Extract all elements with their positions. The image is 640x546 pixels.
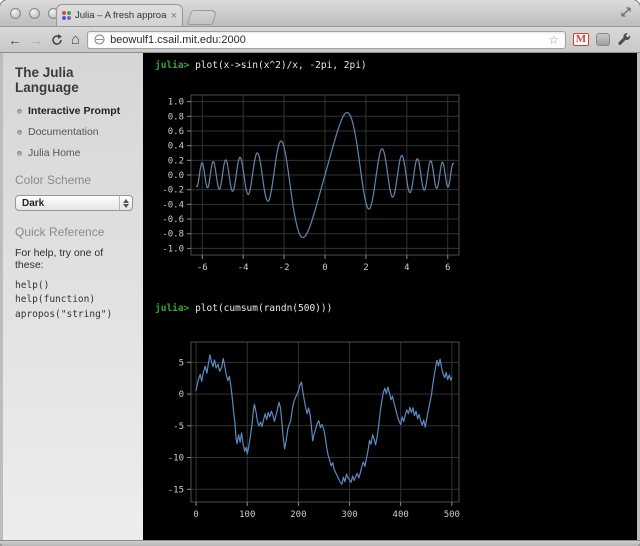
page-content: The Julia Language Interactive Prompt Do…: [0, 53, 640, 540]
browser-tab[interactable]: Julia – A fresh approach to t ×: [56, 4, 183, 26]
repl-command: plot(cumsum(randn(500))): [195, 303, 333, 314]
svg-text:200: 200: [290, 510, 306, 520]
browser-window: Julia – A fresh approach to t × ← → ⌂ be…: [0, 0, 640, 546]
svg-text:-0.2: -0.2: [162, 186, 184, 196]
page-info-icon[interactable]: [94, 34, 105, 45]
titlebar: Julia – A fresh approach to t ×: [0, 0, 640, 27]
plot-sine-function: -6 -4 -2 0 2 4 6 -1.0 -0.8 -0.6 -0.4 -0.2 0.0 0.2 0.4 0…: [162, 94, 460, 273]
svg-text:6: 6: [445, 263, 450, 273]
repl-line: julia> plot(x->sin(x^2)/x, -2pi, 2pi): [155, 60, 367, 71]
svg-text:-0.8: -0.8: [162, 230, 184, 240]
svg-text:0: 0: [179, 390, 184, 400]
svg-text:-15: -15: [168, 485, 184, 495]
svg-text:-4: -4: [238, 263, 249, 273]
forward-icon[interactable]: →: [29, 33, 43, 47]
window-resize-icon[interactable]: [620, 6, 632, 18]
svg-text:400: 400: [393, 510, 409, 520]
svg-text:0.6: 0.6: [168, 127, 184, 137]
svg-text:0: 0: [193, 510, 198, 520]
new-tab-button[interactable]: [186, 10, 218, 25]
close-window-button[interactable]: [10, 8, 21, 19]
sidebar: The Julia Language Interactive Prompt Do…: [3, 53, 143, 540]
julia-prompt: julia>: [155, 60, 190, 71]
svg-text:5: 5: [179, 358, 184, 368]
url-text[interactable]: beowulf1.csail.mit.edu:2000: [110, 34, 543, 46]
sidebar-item-documentation[interactable]: Documentation: [17, 126, 133, 138]
sidebar-item-interactive-prompt[interactable]: Interactive Prompt: [17, 105, 133, 117]
extension-icon[interactable]: [596, 33, 610, 46]
svg-text:0.4: 0.4: [168, 142, 184, 152]
select-stepper-icon: [119, 196, 132, 210]
window-bottom-edge: [0, 540, 640, 546]
window-controls: [10, 8, 59, 19]
svg-text:-6: -6: [197, 263, 208, 273]
quick-reference-intro: For help, try one of these:: [15, 247, 104, 271]
site-title: The Julia Language: [15, 65, 79, 95]
color-scheme-selected-value: Dark: [22, 197, 45, 209]
svg-text:2: 2: [363, 263, 368, 273]
tab-close-icon[interactable]: ×: [171, 10, 177, 21]
wrench-menu-icon[interactable]: [617, 32, 632, 47]
svg-text:-10: -10: [168, 454, 184, 464]
tab-title: Julia – A fresh approach to t: [75, 10, 167, 21]
address-bar[interactable]: beowulf1.csail.mit.edu:2000 ☆: [87, 30, 566, 49]
svg-text:300: 300: [341, 510, 357, 520]
reload-icon[interactable]: [50, 33, 64, 47]
svg-text:4: 4: [404, 263, 409, 273]
svg-text:-5: -5: [173, 422, 184, 432]
repl-command: plot(x->sin(x^2)/x, -2pi, 2pi): [195, 60, 367, 71]
color-scheme-heading: Color Scheme: [15, 173, 92, 187]
svg-text:-1.0: -1.0: [162, 244, 184, 254]
svg-text:0.8: 0.8: [168, 112, 184, 122]
svg-text:-2: -2: [279, 263, 290, 273]
svg-text:100: 100: [239, 510, 255, 520]
julia-favicon-icon: [62, 11, 71, 20]
quick-reference-heading: Quick Reference: [15, 225, 105, 239]
svg-text:-0.6: -0.6: [162, 215, 184, 225]
bullet-icon: [17, 150, 22, 156]
quick-reference-examples: help() help(function) apropos("string"): [15, 280, 113, 320]
repl-line: julia> plot(cumsum(randn(500))): [155, 303, 332, 314]
color-scheme-select[interactable]: Dark: [15, 195, 133, 211]
sidebar-item-julia-home[interactable]: Julia Home: [17, 147, 133, 159]
sidebar-nav: Interactive Prompt Documentation Julia H…: [15, 105, 133, 159]
svg-text:0.2: 0.2: [168, 156, 184, 166]
plot-random-walk: 0 100 200 300 400 500 5 0 -5 -10 -15: [168, 341, 460, 520]
svg-text:0: 0: [322, 263, 327, 273]
svg-text:0.0: 0.0: [168, 171, 184, 181]
browser-toolbar: ← → ⌂ beowulf1.csail.mit.edu:2000 ☆ M: [0, 27, 640, 53]
bookmark-star-icon[interactable]: ☆: [548, 33, 559, 47]
gmail-extension-icon[interactable]: M: [573, 33, 589, 46]
back-icon[interactable]: ←: [8, 33, 22, 47]
svg-text:-0.4: -0.4: [162, 200, 184, 210]
svg-text:500: 500: [444, 510, 460, 520]
svg-text:1.0: 1.0: [168, 98, 184, 108]
julia-prompt: julia>: [155, 303, 190, 314]
minimize-window-button[interactable]: [29, 8, 40, 19]
julia-web-terminal[interactable]: julia> plot(x->sin(x^2)/x, -2pi, 2pi) -6…: [143, 53, 637, 540]
bullet-icon: [17, 108, 22, 114]
bullet-icon: [17, 129, 22, 135]
home-icon[interactable]: ⌂: [71, 32, 80, 47]
